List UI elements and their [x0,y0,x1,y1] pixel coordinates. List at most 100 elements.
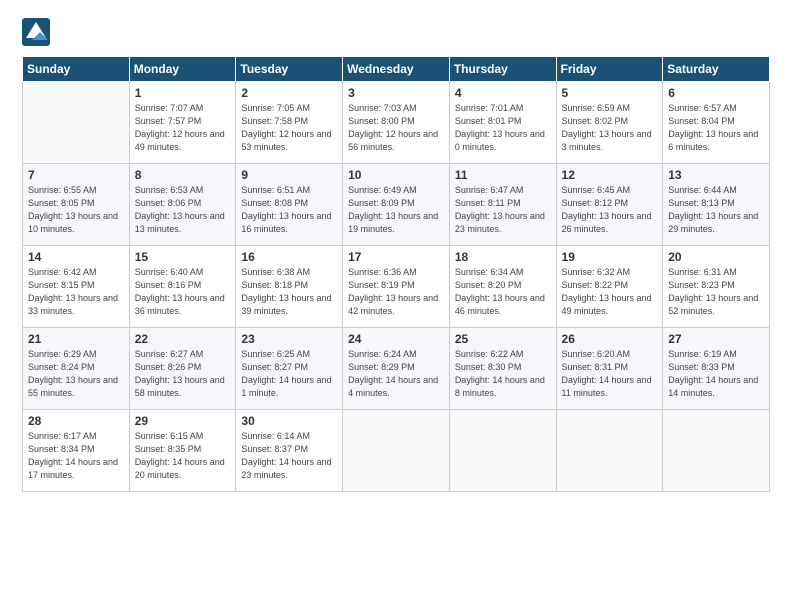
day-cell: 2 Sunrise: 7:05 AMSunset: 7:58 PMDaylight… [236,82,343,164]
day-number: 23 [241,332,337,346]
weekday-header-monday: Monday [129,57,236,82]
day-number: 14 [28,250,124,264]
day-cell: 6 Sunrise: 6:57 AMSunset: 8:04 PMDaylight… [663,82,770,164]
day-number: 4 [455,86,551,100]
day-cell: 8 Sunrise: 6:53 AMSunset: 8:06 PMDaylight… [129,164,236,246]
day-detail: Sunrise: 6:25 AMSunset: 8:27 PMDaylight:… [241,348,337,400]
day-detail: Sunrise: 6:27 AMSunset: 8:26 PMDaylight:… [135,348,231,400]
day-number: 20 [668,250,764,264]
day-detail: Sunrise: 6:34 AMSunset: 8:20 PMDaylight:… [455,266,551,318]
day-cell: 25 Sunrise: 6:22 AMSunset: 8:30 PMDayligh… [449,328,556,410]
day-detail: Sunrise: 6:57 AMSunset: 8:04 PMDaylight:… [668,102,764,154]
day-detail: Sunrise: 6:42 AMSunset: 8:15 PMDaylight:… [28,266,124,318]
day-number: 13 [668,168,764,182]
day-cell: 30 Sunrise: 6:14 AMSunset: 8:37 PMDayligh… [236,410,343,492]
day-detail: Sunrise: 7:05 AMSunset: 7:58 PMDaylight:… [241,102,337,154]
logo [22,18,56,46]
day-number: 27 [668,332,764,346]
day-cell: 4Sunrise: 7:01 AMSunset: 8:01 PMDaylight… [449,82,556,164]
day-detail: Sunrise: 6:45 AMSunset: 8:12 PMDaylight:… [562,184,658,236]
day-detail: Sunrise: 6:20 AMSunset: 8:31 PMDaylight:… [562,348,658,400]
day-detail: Sunrise: 6:24 AMSunset: 8:29 PMDaylight:… [348,348,444,400]
day-detail: Sunrise: 6:47 AMSunset: 8:11 PMDaylight:… [455,184,551,236]
day-number: 5 [562,86,658,100]
day-detail: Sunrise: 6:55 AMSunset: 8:05 PMDaylight:… [28,184,124,236]
day-detail: Sunrise: 6:14 AMSunset: 8:37 PMDaylight:… [241,430,337,482]
week-row-2: 7 Sunrise: 6:55 AMSunset: 8:05 PMDaylight… [23,164,770,246]
day-number: 7 [28,168,124,182]
day-number: 29 [135,414,231,428]
day-detail: Sunrise: 6:49 AMSunset: 8:09 PMDaylight:… [348,184,444,236]
day-number: 28 [28,414,124,428]
day-number: 22 [135,332,231,346]
day-number: 10 [348,168,444,182]
day-cell: 24 Sunrise: 6:24 AMSunset: 8:29 PMDayligh… [343,328,450,410]
day-cell: 19 Sunrise: 6:32 AMSunset: 8:22 PMDayligh… [556,246,663,328]
day-number: 25 [455,332,551,346]
day-cell: 11 Sunrise: 6:47 AMSunset: 8:11 PMDayligh… [449,164,556,246]
day-number: 24 [348,332,444,346]
day-cell: 5Sunrise: 6:59 AMSunset: 8:02 PMDaylight… [556,82,663,164]
day-number: 12 [562,168,658,182]
day-detail: Sunrise: 6:53 AMSunset: 8:06 PMDaylight:… [135,184,231,236]
week-row-4: 21 Sunrise: 6:29 AMSunset: 8:24 PMDayligh… [23,328,770,410]
weekday-header-row: SundayMondayTuesdayWednesdayThursdayFrid… [23,57,770,82]
day-cell: 21 Sunrise: 6:29 AMSunset: 8:24 PMDayligh… [23,328,130,410]
day-cell: 29 Sunrise: 6:15 AMSunset: 8:35 PMDayligh… [129,410,236,492]
logo-icon [22,18,50,46]
day-cell [343,410,450,492]
day-number: 26 [562,332,658,346]
day-number: 19 [562,250,658,264]
day-number: 15 [135,250,231,264]
day-detail: Sunrise: 6:31 AMSunset: 8:23 PMDaylight:… [668,266,764,318]
calendar: SundayMondayTuesdayWednesdayThursdayFrid… [22,56,770,492]
day-cell: 12 Sunrise: 6:45 AMSunset: 8:12 PMDayligh… [556,164,663,246]
week-row-3: 14 Sunrise: 6:42 AMSunset: 8:15 PMDayligh… [23,246,770,328]
day-number: 2 [241,86,337,100]
day-cell: 10 Sunrise: 6:49 AMSunset: 8:09 PMDayligh… [343,164,450,246]
day-number: 16 [241,250,337,264]
day-cell: 3 Sunrise: 7:03 AMSunset: 8:00 PMDaylight… [343,82,450,164]
day-detail: Sunrise: 6:44 AMSunset: 8:13 PMDaylight:… [668,184,764,236]
day-cell: 17 Sunrise: 6:36 AMSunset: 8:19 PMDayligh… [343,246,450,328]
day-number: 1 [135,86,231,100]
day-detail: Sunrise: 6:51 AMSunset: 8:08 PMDaylight:… [241,184,337,236]
day-detail: Sunrise: 6:22 AMSunset: 8:30 PMDaylight:… [455,348,551,400]
day-cell: 18 Sunrise: 6:34 AMSunset: 8:20 PMDayligh… [449,246,556,328]
day-cell [556,410,663,492]
day-detail: Sunrise: 7:07 AMSunset: 7:57 PMDaylight:… [135,102,231,154]
week-row-1: 1 Sunrise: 7:07 AMSunset: 7:57 PMDaylight… [23,82,770,164]
day-number: 6 [668,86,764,100]
day-cell: 15Sunrise: 6:40 AMSunset: 8:16 PMDayligh… [129,246,236,328]
day-number: 30 [241,414,337,428]
weekday-header-saturday: Saturday [663,57,770,82]
day-cell: 23 Sunrise: 6:25 AMSunset: 8:27 PMDayligh… [236,328,343,410]
day-detail: Sunrise: 6:29 AMSunset: 8:24 PMDaylight:… [28,348,124,400]
day-detail: Sunrise: 6:19 AMSunset: 8:33 PMDaylight:… [668,348,764,400]
weekday-header-friday: Friday [556,57,663,82]
day-cell: 28 Sunrise: 6:17 AMSunset: 8:34 PMDayligh… [23,410,130,492]
day-detail: Sunrise: 7:03 AMSunset: 8:00 PMDaylight:… [348,102,444,154]
day-number: 8 [135,168,231,182]
day-detail: Sunrise: 6:36 AMSunset: 8:19 PMDaylight:… [348,266,444,318]
weekday-header-wednesday: Wednesday [343,57,450,82]
day-number: 21 [28,332,124,346]
page: SundayMondayTuesdayWednesdayThursdayFrid… [0,0,792,612]
day-number: 9 [241,168,337,182]
weekday-header-tuesday: Tuesday [236,57,343,82]
day-cell [449,410,556,492]
day-number: 18 [455,250,551,264]
day-cell: 1 Sunrise: 7:07 AMSunset: 7:57 PMDaylight… [129,82,236,164]
day-detail: Sunrise: 6:17 AMSunset: 8:34 PMDaylight:… [28,430,124,482]
day-cell: 13 Sunrise: 6:44 AMSunset: 8:13 PMDayligh… [663,164,770,246]
day-number: 11 [455,168,551,182]
day-cell: 9 Sunrise: 6:51 AMSunset: 8:08 PMDaylight… [236,164,343,246]
day-number: 17 [348,250,444,264]
weekday-header-sunday: Sunday [23,57,130,82]
day-number: 3 [348,86,444,100]
day-detail: Sunrise: 6:15 AMSunset: 8:35 PMDaylight:… [135,430,231,482]
day-detail: Sunrise: 6:32 AMSunset: 8:22 PMDaylight:… [562,266,658,318]
day-cell [23,82,130,164]
week-row-5: 28 Sunrise: 6:17 AMSunset: 8:34 PMDayligh… [23,410,770,492]
day-cell: 27 Sunrise: 6:19 AMSunset: 8:33 PMDayligh… [663,328,770,410]
